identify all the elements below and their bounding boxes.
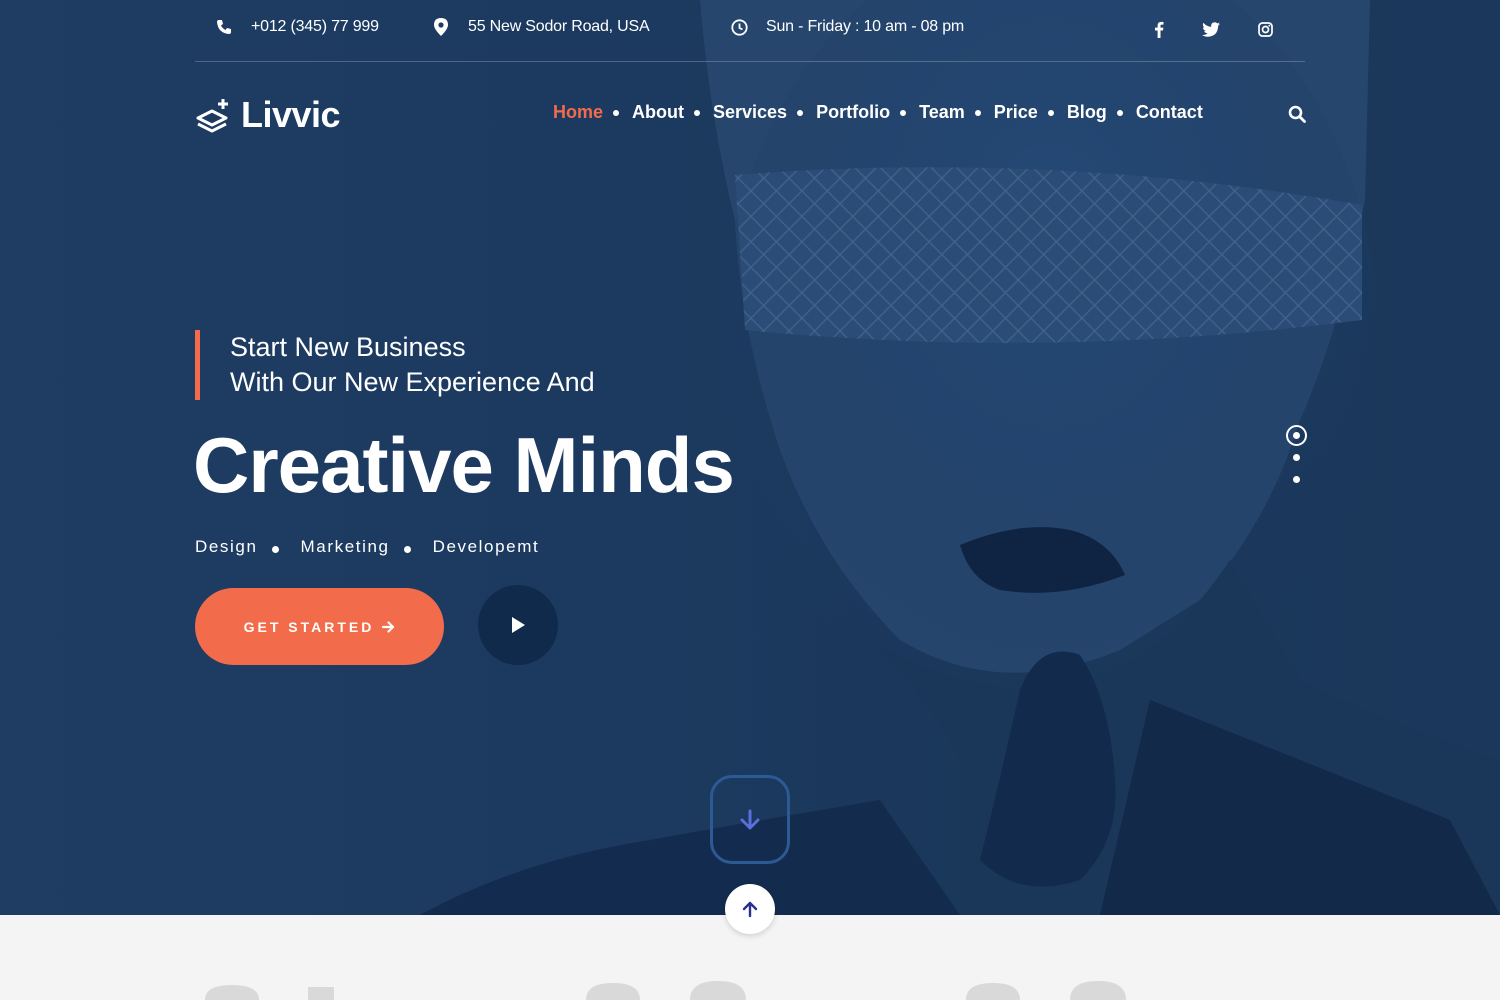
arrow-right-icon: [382, 620, 395, 633]
hero-headline: Creative Minds: [193, 421, 735, 509]
scroll-down-button[interactable]: [710, 775, 790, 864]
nav-item-contact[interactable]: Contact: [1136, 102, 1203, 123]
instagram-icon[interactable]: [1254, 18, 1276, 40]
layers-logo-icon: [196, 99, 228, 133]
map-pin-icon: [432, 18, 450, 36]
nav-item-home[interactable]: Home: [553, 102, 632, 123]
slider-dot-1[interactable]: [1286, 425, 1307, 446]
twitter-icon[interactable]: [1200, 18, 1222, 40]
search-icon[interactable]: [1286, 103, 1308, 125]
nav-separator: [1116, 109, 1123, 116]
nav-separator: [694, 109, 700, 116]
nav-item-price[interactable]: Price: [994, 102, 1067, 123]
nav-item-blog[interactable]: Blog: [1067, 102, 1136, 123]
hero-tags: Design Marketing Developemt: [195, 537, 539, 557]
hero-tag: Developemt: [432, 537, 540, 556]
address-text: 55 New Sodor Road, USA: [468, 18, 650, 35]
phone-icon: [215, 18, 233, 36]
play-video-button[interactable]: [478, 585, 558, 665]
get-started-button[interactable]: GET STARTED: [195, 588, 444, 665]
slider-dot-2[interactable]: [1293, 454, 1300, 461]
play-icon: [512, 617, 525, 633]
get-started-label: GET STARTED: [243, 618, 375, 635]
contact-address: 55 New Sodor Road, USA: [432, 18, 650, 36]
tag-separator: [271, 545, 279, 553]
brand-logo[interactable]: Livvic: [195, 94, 341, 136]
back-to-top-button[interactable]: [725, 884, 775, 934]
top-info-bar: +012 (345) 77 999 55 New Sodor Road, USA…: [195, 0, 1305, 62]
nav-separator: [613, 109, 620, 116]
nav-separator: [797, 109, 804, 116]
arrow-down-icon: [740, 809, 760, 829]
slider-dot-3[interactable]: [1293, 476, 1300, 483]
business-hours: Sun - Friday : 10 am - 08 pm: [730, 18, 964, 36]
nav-separator: [974, 109, 981, 116]
main-navigation: Home About Services Portfolio Team Price…: [553, 102, 1203, 123]
hero-tag: Design: [195, 537, 301, 557]
hero-tag: Marketing: [301, 537, 433, 557]
hero-subtitle-line-2: With Our New Experience And: [230, 367, 595, 397]
arrow-up-icon: [742, 901, 758, 917]
nav-item-team[interactable]: Team: [919, 102, 994, 123]
nav-separator: [900, 109, 907, 116]
nav-item-portfolio[interactable]: Portfolio: [816, 102, 919, 123]
contact-phone[interactable]: +012 (345) 77 999: [215, 18, 379, 36]
nav-item-services[interactable]: Services: [713, 102, 816, 123]
hero-subtitle: Start New Business With Our New Experien…: [230, 330, 595, 400]
clock-icon: [730, 18, 748, 36]
tag-separator: [403, 545, 411, 553]
nav-separator: [1047, 109, 1054, 116]
facebook-icon[interactable]: [1148, 18, 1170, 40]
subtitle-accent-bar: [195, 330, 200, 400]
brand-name: Livvic: [241, 94, 341, 135]
nav-item-about[interactable]: About: [632, 102, 713, 123]
hours-text: Sun - Friday : 10 am - 08 pm: [766, 18, 965, 35]
phone-text: +012 (345) 77 999: [251, 18, 379, 35]
hero-subtitle-line-1: Start New Business: [230, 332, 466, 362]
hero-section: +012 (345) 77 999 55 New Sodor Road, USA…: [0, 0, 1500, 915]
